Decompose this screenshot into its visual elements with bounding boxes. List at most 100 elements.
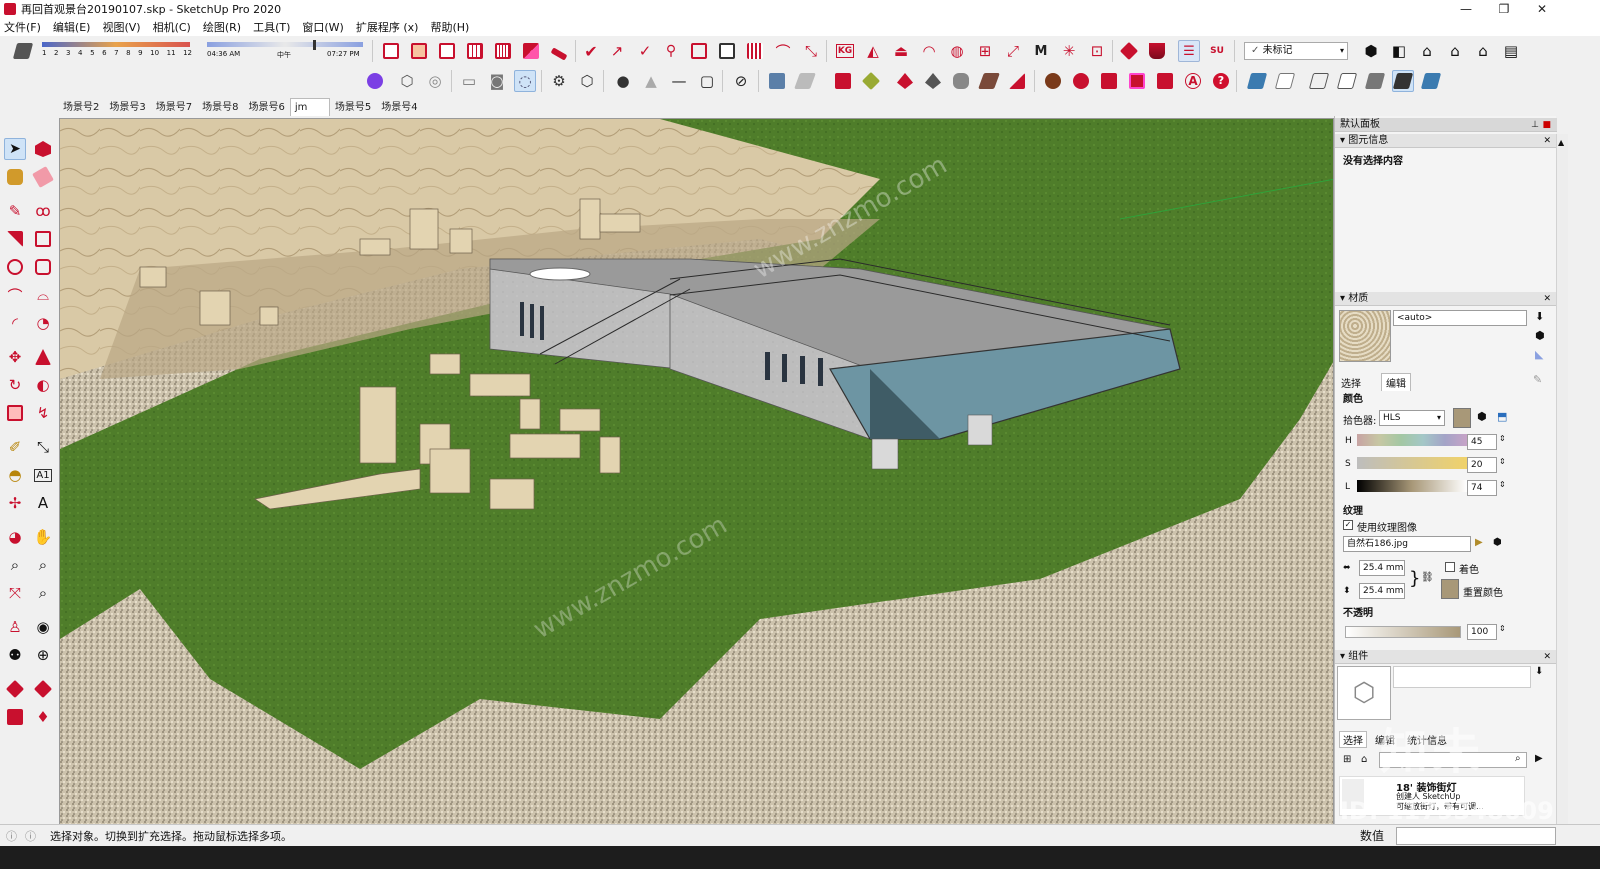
extension-warehouse-icon[interactable]: ▤ xyxy=(1500,40,1522,62)
menu-view[interactable]: 视图(V) xyxy=(102,19,140,35)
two-point-arc-icon[interactable]: ⌓ xyxy=(32,284,54,306)
menu-draw[interactable]: 绘图(R) xyxy=(203,19,241,35)
menu-window[interactable]: 窗口(W) xyxy=(302,19,343,35)
model-viewport[interactable]: www.znzmo.com www.znzmo.com xyxy=(59,118,1334,829)
monochrome-icon[interactable] xyxy=(1420,70,1442,92)
aspect-lock-icon[interactable]: } xyxy=(1409,568,1420,589)
select-edge-icon[interactable]: ↗ xyxy=(606,40,628,62)
scene-tab[interactable]: 场景号8 xyxy=(197,98,243,116)
hidden-line-icon[interactable] xyxy=(1336,70,1358,92)
column-tool-icon[interactable] xyxy=(492,40,514,62)
saturation-slider[interactable] xyxy=(1357,457,1467,469)
shadow-date-slider[interactable]: 1 2 3 4 5 6 7 8 9 10 11 12 xyxy=(40,40,192,60)
vray-light-icon[interactable] xyxy=(1070,70,1092,92)
reset-color-label[interactable]: 重置颜色 xyxy=(1463,584,1503,599)
enscape-icon[interactable] xyxy=(364,70,386,92)
menu-file[interactable]: 文件(F) xyxy=(4,19,41,35)
scene-tab[interactable]: 场景号3 xyxy=(104,98,150,116)
measurements-input[interactable] xyxy=(1396,827,1556,845)
component-detail-icon[interactable]: ⬇ xyxy=(1535,666,1543,677)
move-icon[interactable]: ✥ xyxy=(4,346,26,368)
terrain-plugin-icon[interactable] xyxy=(860,70,882,92)
cut-face-icon[interactable] xyxy=(716,40,738,62)
menu-edit[interactable]: 编辑(E) xyxy=(53,19,91,35)
zoom-icon[interactable]: ⌕ xyxy=(4,554,26,576)
menu-tools[interactable]: 工具(T) xyxy=(253,19,290,35)
use-texture-checkbox[interactable]: ✓ xyxy=(1343,520,1353,530)
home-outline-icon[interactable]: ⌂ xyxy=(1472,40,1494,62)
sandbox-3-icon[interactable] xyxy=(950,70,972,92)
scene-tab[interactable]: 场景号2 xyxy=(58,98,104,116)
opacity-slider[interactable] xyxy=(1345,626,1461,638)
close-icon[interactable]: ✕ xyxy=(1543,292,1551,306)
protractor-icon[interactable]: ◓ xyxy=(4,464,26,486)
lightness-value[interactable]: 74 xyxy=(1467,480,1497,496)
rectangle-icon[interactable] xyxy=(4,228,26,250)
section-plane-tool-icon[interactable]: ⊕ xyxy=(32,644,54,666)
scale-plugin-icon[interactable]: ⤢ xyxy=(1002,40,1024,62)
line-tool-icon[interactable]: — xyxy=(668,70,690,92)
map-plugin-icon[interactable] xyxy=(766,70,788,92)
section-display-icon[interactable] xyxy=(408,40,430,62)
match-model-color-icon[interactable]: ⬢ xyxy=(1477,410,1487,423)
materials-tab-edit[interactable]: 编辑 xyxy=(1381,373,1411,391)
axis-plugin-icon[interactable]: ✳ xyxy=(1058,40,1080,62)
maximize-button[interactable]: ❐ xyxy=(1486,0,1522,18)
look-around-icon[interactable]: ◉ xyxy=(32,616,54,638)
pin-icon[interactable]: ⊥ xyxy=(1531,118,1539,132)
circle-icon[interactable] xyxy=(4,256,26,278)
lightness-spinner-icon[interactable]: ⇕ xyxy=(1499,480,1506,489)
materials-tab-select[interactable]: 选择 xyxy=(1341,375,1361,390)
arc-icon[interactable]: ⌒ xyxy=(4,284,26,306)
box-export-icon[interactable]: ⬡ xyxy=(576,70,598,92)
round-corner-icon[interactable]: ◍ xyxy=(946,40,968,62)
saturation-spinner-icon[interactable]: ⇕ xyxy=(1499,457,1506,466)
texture-width-field[interactable]: 25.4 mm xyxy=(1359,560,1405,576)
vray-asset-icon[interactable] xyxy=(1098,70,1120,92)
axes-icon[interactable]: ✢ xyxy=(4,492,26,514)
push-tool-icon[interactable]: ⏏ xyxy=(890,40,912,62)
wifi-plugin-icon[interactable]: ☰ xyxy=(1178,40,1200,62)
cone-tool-icon[interactable]: ▲ xyxy=(640,70,662,92)
rectangle-tool-icon[interactable]: ▢ xyxy=(696,70,718,92)
eraser-icon[interactable] xyxy=(32,166,54,188)
warehouse-icon[interactable]: ⌂ xyxy=(1416,40,1438,62)
credits-icon[interactable]: ⓘ xyxy=(25,828,36,844)
back-edges-icon[interactable] xyxy=(1274,70,1296,92)
view-options-icon[interactable]: ⊞ xyxy=(1343,754,1351,765)
make-component-icon[interactable] xyxy=(32,138,54,160)
grid-plugin-icon[interactable]: ⊞ xyxy=(974,40,996,62)
book-plugin-icon[interactable] xyxy=(832,70,854,92)
su-app-icon[interactable]: SU xyxy=(1206,40,1228,62)
geo-location-icon[interactable]: ⓘ xyxy=(6,828,17,844)
photo-camera-icon[interactable]: ◙ xyxy=(486,70,508,92)
reset-color-swatch[interactable] xyxy=(1441,579,1459,599)
vray-a-icon[interactable]: A xyxy=(1182,70,1204,92)
texture-height-field[interactable]: 25.4 mm xyxy=(1359,583,1405,599)
warehouse-3d-icon[interactable] xyxy=(4,678,26,700)
material-create-icon[interactable]: ⬇ xyxy=(1535,310,1544,323)
opacity-spinner-icon[interactable]: ⇕ xyxy=(1499,624,1506,633)
section-cut-icon[interactable] xyxy=(436,40,458,62)
upload-model-icon[interactable] xyxy=(4,706,26,728)
components-tab-select[interactable]: 选择 xyxy=(1339,731,1367,748)
tray-scrollbar[interactable]: ▲ xyxy=(1556,134,1568,846)
sandbox-4-icon[interactable] xyxy=(978,70,1000,92)
materials-header[interactable]: ▾ 材质 ✕ xyxy=(1335,292,1557,306)
iso-view-icon[interactable]: ⬡ xyxy=(396,70,418,92)
material-name-field[interactable]: <auto> xyxy=(1393,310,1527,326)
3d-text-icon[interactable]: A xyxy=(32,492,54,514)
arc-plugin-icon[interactable]: ◠ xyxy=(918,40,940,62)
pie-icon[interactable]: ◔ xyxy=(32,312,54,334)
pan-hand-icon[interactable]: ✋ xyxy=(32,526,54,548)
components-window-icon[interactable]: ⬢ xyxy=(1360,40,1382,62)
offset-icon[interactable]: ↯ xyxy=(32,402,54,424)
orbit-tool-icon[interactable]: ◕ xyxy=(4,526,26,548)
menu-camera[interactable]: 相机(C) xyxy=(153,19,191,35)
vray-frame-icon[interactable] xyxy=(1126,70,1148,92)
model-scene[interactable]: www.znzmo.com www.znzmo.com xyxy=(60,119,1334,829)
eyedropper-icon[interactable]: ✎ xyxy=(1533,373,1542,386)
weld-tool-icon[interactable]: ⚲ xyxy=(660,40,682,62)
walk-icon[interactable]: ⚉ xyxy=(4,644,26,666)
mirror-tool-icon[interactable]: ◭ xyxy=(862,40,884,62)
